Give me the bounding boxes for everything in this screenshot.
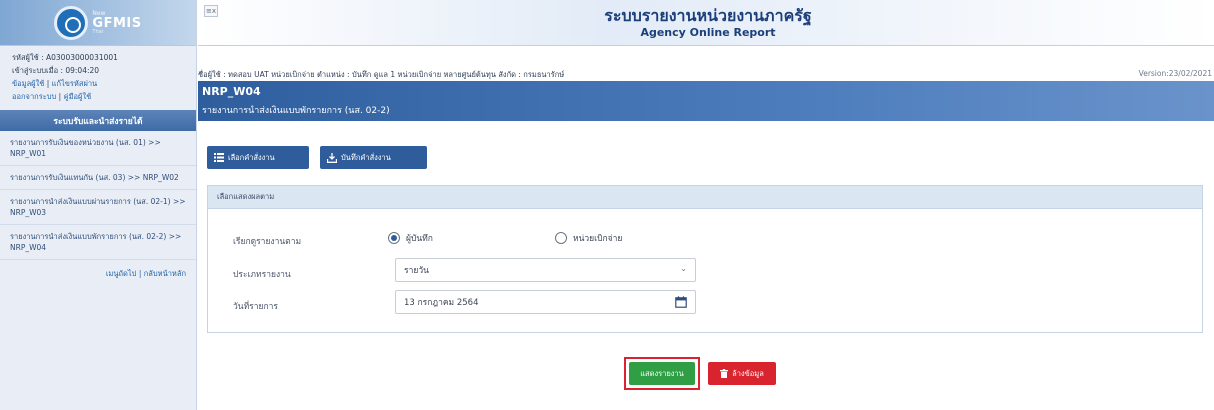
sidebar-item-nrp-w04[interactable]: รายงานการนำส่งเงินแบบพักรายการ (นส. 02-2… [0,225,196,260]
select-command-label: เลือกคำสั่งงาน [228,152,275,162]
sidebar-item-nrp-w02[interactable]: รายงานการรับเงินแทนกัน (นส. 03) >> NRP_W… [0,166,196,190]
user-details: ชื่อผู้ใช้ : ทดสอบ UAT หน่วยเบิกจ่าย ตำแ… [198,70,565,79]
sidebar-item-nrp-w01[interactable]: รายงานการรับเงินของหน่วยงาน (นส. 01) >> … [0,131,196,166]
chevron-down-icon: ⌄ [680,264,687,273]
login-time: เข้าสู่ระบบเมื่อ : 09:04:20 [12,66,100,75]
next-menu-link[interactable]: เมนูถัดไป [106,269,137,278]
clear-data-label: ล้างข้อมูล [732,368,764,378]
transaction-date-value: 13 กรกฎาคม 2564 [404,298,479,308]
radio-recorder[interactable]: ผู้บันทึก [388,231,433,245]
report-type-value: รายวัน [404,266,429,276]
logo-name: GFMIS [92,15,142,31]
sidebar: New GFMIS Thai รหัสผู้ใช้ : A03003000031… [0,0,197,410]
manual-link[interactable]: คู่มือผู้ใช้ [64,92,92,101]
sidebar-footer: เมนูถัดไป | กลับหน้าหลัก [105,269,186,278]
transaction-date-label: วันที่รายการ [233,302,278,312]
report-by-label: เรียกดูรายงานตาม [233,237,302,247]
change-password-link[interactable]: แก้ไขรหัสผ่าน [52,79,98,88]
calendar-icon[interactable] [675,296,687,308]
filter-panel-header: เลือกแสดงผลตาม [208,186,1202,209]
user-info: รหัสผู้ใช้ : A03003000031001 เข้าสู่ระบบ… [0,46,196,107]
save-command-button[interactable]: บันทึกคำสั่งงาน [320,146,427,169]
transaction-date-input[interactable]: 13 กรกฎาคม 2564 [395,290,696,314]
collapse-sidebar-button[interactable]: ≡x [204,5,218,17]
clear-data-button[interactable]: ล้างข้อมูล [708,362,776,385]
back-home-link[interactable]: กลับหน้าหลัก [144,269,186,278]
logout-link[interactable]: ออกจากระบบ [12,92,56,101]
menu-header: ระบบรับและนำส่งรายได้ [0,110,196,131]
list-icon [214,153,224,162]
page-title: รายงานการนำส่งเงินแบบพักรายการ (นส. 02-2… [202,106,390,116]
version-label: Version:23/02/2021 [1138,69,1212,78]
sidebar-item-nrp-w03[interactable]: รายงานการนำส่งเงินแบบผ่านรายการ (นส. 02-… [0,190,196,225]
logo[interactable]: New GFMIS Thai [0,0,196,46]
show-report-button[interactable]: แสดงรายงาน [629,362,695,385]
user-code: รหัสผู้ใช้ : A03003000031001 [12,53,118,62]
report-type-select[interactable]: รายวัน ⌄ [395,258,696,282]
filter-panel: เลือกแสดงผลตาม เรียกดูรายงานตาม ผู้บันทึ… [207,185,1203,333]
radio-disbursing-unit[interactable]: หน่วยเบิกจ่าย [555,231,622,245]
system-subtitle: Agency Online Report [640,26,776,39]
page-code: NRP_W04 [202,85,261,98]
report-type-label: ประเภทรายงาน [233,270,291,280]
radio-selected-icon[interactable] [388,232,400,244]
show-report-highlight: แสดงรายงาน [624,357,700,390]
logo-sub: Thai [92,28,104,35]
download-icon [327,152,337,163]
radio-disbursing-unit-label: หน่วยเบิกจ่าย [573,234,623,244]
trash-icon [720,369,729,378]
logo-icon [54,5,89,40]
radio-recorder-label: ผู้บันทึก [406,234,433,244]
top-header: ≡x ระบบรายงานหน่วยงานภาครัฐ Agency Onlin… [198,0,1214,46]
profile-link[interactable]: ข้อมูลผู้ใช้ [12,79,44,88]
user-bar: ชื่อผู้ใช้ : ทดสอบ UAT หน่วยเบิกจ่าย ตำแ… [198,66,1214,81]
save-command-label: บันทึกคำสั่งงาน [341,152,391,162]
page-title-band: NRP_W04 รายงานการนำส่งเงินแบบพักรายการ (… [198,81,1214,121]
radio-unselected-icon[interactable] [555,232,567,244]
select-command-button[interactable]: เลือกคำสั่งงาน [207,146,309,169]
